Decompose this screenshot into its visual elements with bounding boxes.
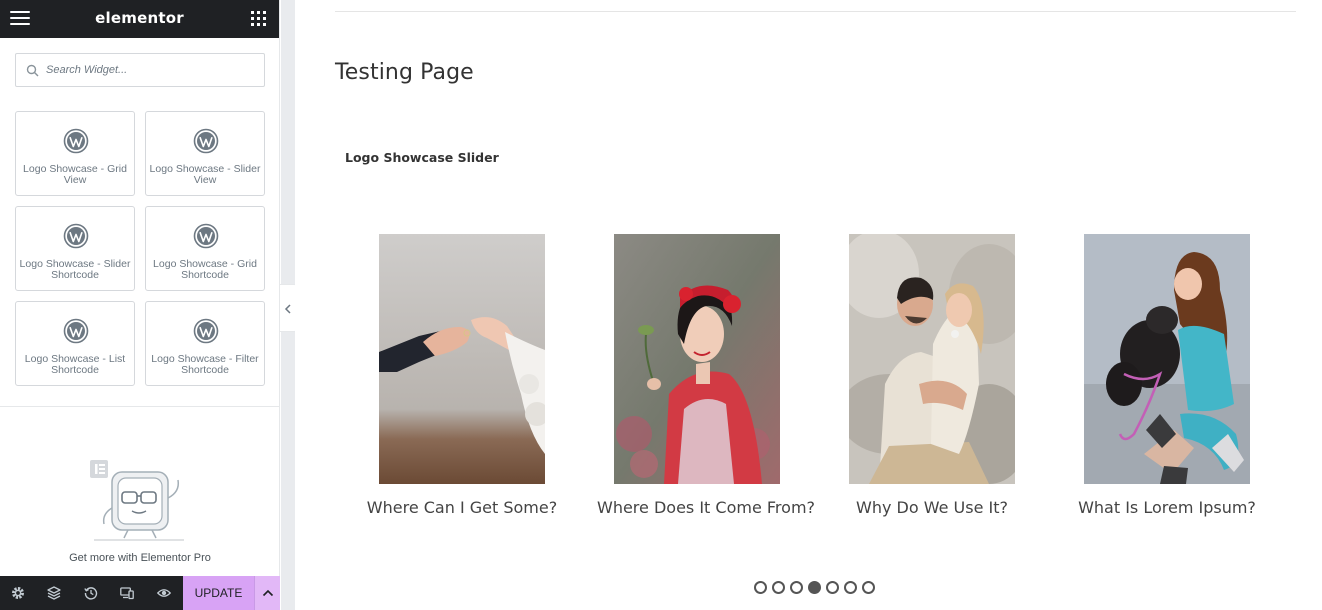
save-options-button[interactable]: [254, 576, 280, 610]
wordpress-icon: [63, 318, 89, 344]
widget-label: Logo Showcase - List Shortcode: [24, 353, 126, 376]
history-button[interactable]: [73, 576, 109, 610]
couple-embracing-on-rocks-photo: [849, 234, 1015, 484]
widget-label: Logo Showcase - Slider View: [149, 163, 261, 186]
page-title: Testing Page: [335, 60, 474, 85]
slider-dot[interactable]: [754, 581, 767, 594]
slider-pagination: [754, 581, 880, 595]
slide-caption[interactable]: Where Does It Come From?: [597, 498, 815, 517]
elementor-pro-mascot-illustration: [90, 460, 184, 541]
widget-logo-showcase-slider-shortcode[interactable]: Logo Showcase - Slider Shortcode: [15, 206, 135, 291]
panel-divider: [0, 406, 280, 407]
girl-hugging-black-dog-photo: [1084, 234, 1250, 484]
widget-panel: elementor Logo Showcase - Grid View Logo…: [0, 0, 280, 610]
preview-icon: [157, 589, 171, 597]
search-icon: [26, 64, 39, 77]
page-preview: Testing Page Logo Showcase Slider Where …: [295, 0, 1322, 610]
history-icon: [84, 587, 98, 600]
slide-caption[interactable]: What Is Lorem Ipsum?: [1067, 498, 1267, 517]
search-widget-input[interactable]: [46, 54, 256, 86]
slider-dot[interactable]: [826, 581, 839, 594]
panel-footer: UPDATE: [0, 576, 280, 610]
slider-dot[interactable]: [772, 581, 785, 594]
hamburger-menu-icon[interactable]: [10, 11, 30, 27]
widget-logo-showcase-grid-shortcode[interactable]: Logo Showcase - Grid Shortcode: [145, 206, 265, 291]
elementor-editor: elementor Logo Showcase - Grid View Logo…: [0, 0, 1322, 610]
chevron-left-icon: [284, 304, 291, 314]
slide-item[interactable]: Why Do We Use It?: [832, 234, 1032, 517]
hands-holding-ring-photo: [379, 234, 545, 484]
wordpress-icon: [193, 128, 219, 154]
slide-item[interactable]: Where Does It Come From?: [597, 234, 815, 517]
preview-changes-button[interactable]: [146, 576, 182, 610]
panel-header: elementor: [0, 0, 279, 38]
header-divider: [335, 11, 1296, 12]
widget-logo-showcase-grid-view[interactable]: Logo Showcase - Grid View: [15, 111, 135, 196]
widget-label: Logo Showcase - Filter Shortcode: [151, 353, 259, 376]
slider-dot[interactable]: [862, 581, 875, 594]
widgets-grid-icon[interactable]: [251, 11, 266, 26]
responsive-mode-button[interactable]: [109, 576, 145, 610]
slide-caption[interactable]: Where Can I Get Some?: [362, 498, 562, 517]
slider-dot[interactable]: [844, 581, 857, 594]
widget-label: Logo Showcase - Grid View: [23, 163, 127, 186]
settings-icon: [12, 587, 24, 599]
widget-logo-showcase-list-shortcode[interactable]: Logo Showcase - List Shortcode: [15, 301, 135, 386]
widget-logo-showcase-filter-shortcode[interactable]: Logo Showcase - Filter Shortcode: [145, 301, 265, 386]
wordpress-icon: [193, 318, 219, 344]
settings-button[interactable]: [0, 576, 36, 610]
navigator-button[interactable]: [36, 576, 72, 610]
widget-heading[interactable]: Logo Showcase Slider: [345, 150, 499, 165]
wordpress-icon: [63, 128, 89, 154]
widget-logo-showcase-slider-view[interactable]: Logo Showcase - Slider View: [145, 111, 265, 196]
woman-red-flower-headband-photo: [614, 234, 780, 484]
elementor-pro-promo-text: Get more with Elementor Pro: [69, 552, 211, 564]
widget-label: Logo Showcase - Slider Shortcode: [19, 258, 131, 281]
elementor-logo: elementor: [95, 9, 184, 27]
responsive-icon: [120, 587, 134, 600]
update-button[interactable]: UPDATE: [183, 576, 254, 610]
slide-caption[interactable]: Why Do We Use It?: [832, 498, 1032, 517]
slider-dot[interactable]: [790, 581, 803, 594]
slide-item[interactable]: Where Can I Get Some?: [362, 234, 562, 517]
wordpress-icon: [193, 223, 219, 249]
widget-label: Logo Showcase - Grid Shortcode: [153, 258, 257, 281]
wordpress-icon: [63, 223, 89, 249]
navigator-icon: [47, 586, 61, 600]
slider-dot[interactable]: [808, 581, 821, 594]
chevron-up-icon: [262, 589, 274, 597]
slide-item[interactable]: What Is Lorem Ipsum?: [1067, 234, 1267, 517]
widget-grid: Logo Showcase - Grid View Logo Showcase …: [15, 111, 265, 386]
search-widget-box: [15, 53, 265, 87]
